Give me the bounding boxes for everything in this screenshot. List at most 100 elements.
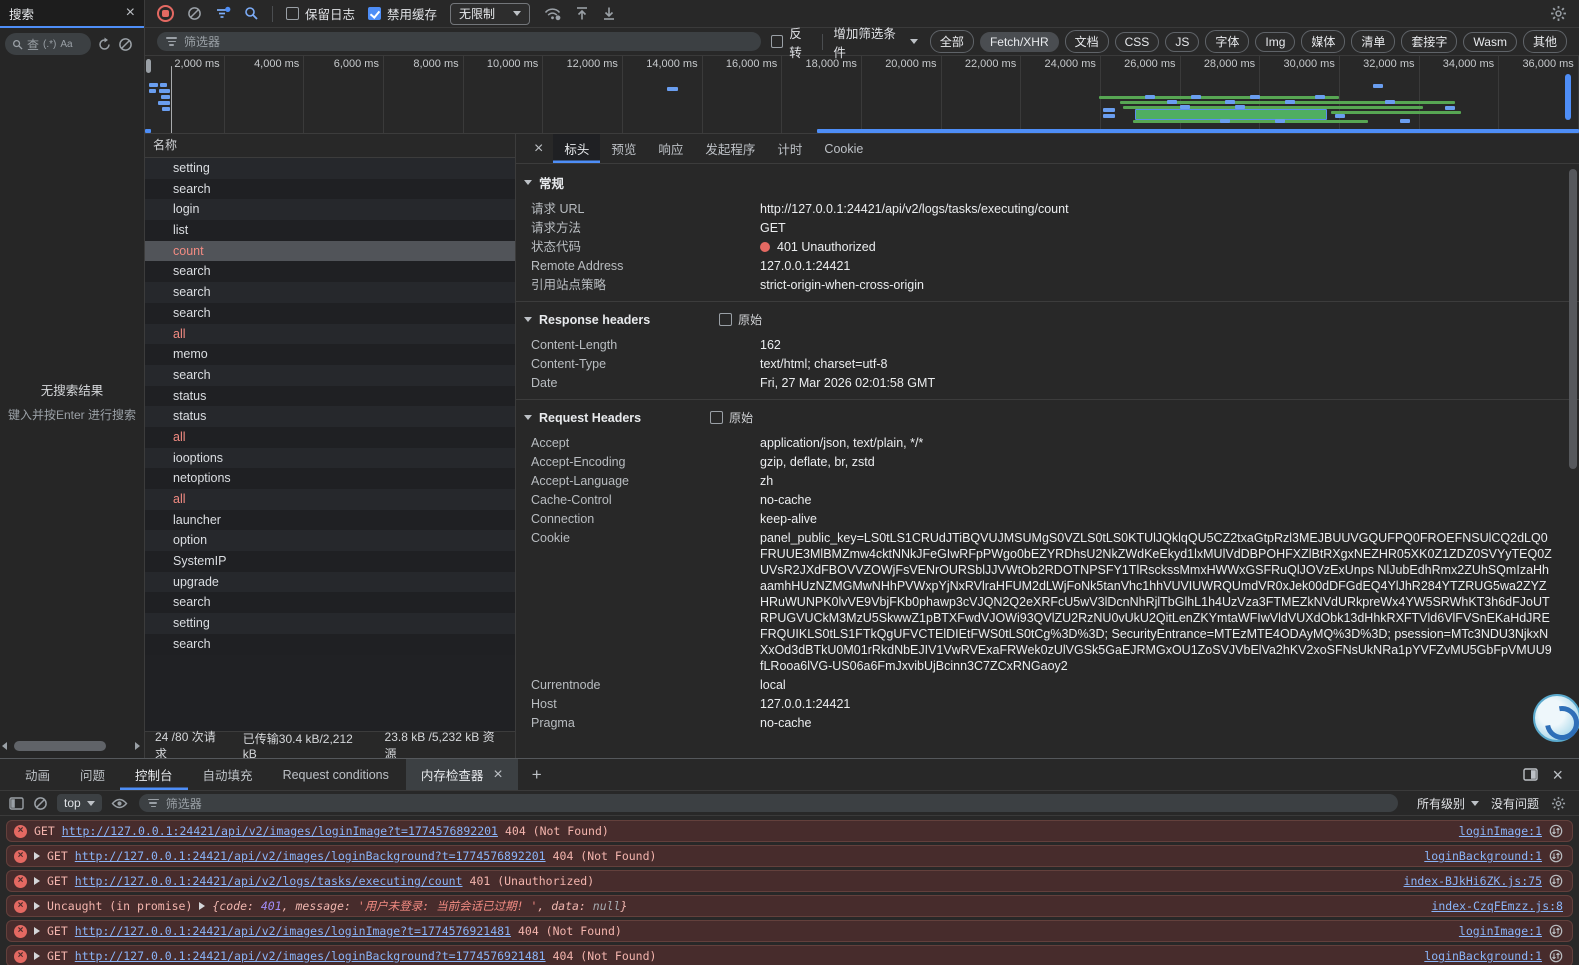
- tab-headers[interactable]: 标头: [553, 134, 600, 163]
- table-row[interactable]: setting: [145, 613, 515, 634]
- name-column-header[interactable]: 名称: [145, 134, 515, 158]
- horizontal-scrollbar[interactable]: [2, 740, 140, 752]
- table-row[interactable]: search: [145, 365, 515, 386]
- source-location-link[interactable]: index-CzqFEmzz.js:8: [1431, 899, 1563, 913]
- general-section-header[interactable]: 常规: [516, 164, 1579, 199]
- network-filter-icon[interactable]: [215, 6, 231, 21]
- tab-animations[interactable]: 动画: [10, 759, 65, 790]
- source-location-link[interactable]: loginImage:1: [1459, 924, 1542, 938]
- tab-issues[interactable]: 问题: [65, 759, 120, 790]
- request-url-link[interactable]: http://127.0.0.1:24421/api/v2/images/log…: [75, 924, 511, 938]
- scroll-right-icon[interactable]: [135, 742, 140, 750]
- table-row[interactable]: search: [145, 282, 515, 303]
- table-row[interactable]: all: [145, 324, 515, 345]
- console-error-row[interactable]: × GET http://127.0.0.1:24421/api/v2/imag…: [6, 945, 1573, 965]
- table-row[interactable]: search: [145, 592, 515, 613]
- scrollbar-track[interactable]: [10, 741, 132, 751]
- clear-search-icon[interactable]: [118, 37, 133, 52]
- no-issues-label[interactable]: 没有问题: [1491, 795, 1539, 812]
- chip-img[interactable]: Img: [1255, 32, 1295, 52]
- throttling-select[interactable]: 无限制: [450, 3, 530, 25]
- request-url-link[interactable]: http://127.0.0.1:24421/api/v2/images/log…: [75, 949, 546, 963]
- invert-filter-checkbox[interactable]: 反转: [771, 23, 812, 61]
- table-row[interactable]: list: [145, 220, 515, 241]
- source-location-link[interactable]: loginBackground:1: [1424, 849, 1542, 863]
- console-error-row[interactable]: × GET http://127.0.0.1:24421/api/v2/imag…: [6, 920, 1573, 942]
- table-row[interactable]: status: [145, 406, 515, 427]
- console-error-row[interactable]: × GET http://127.0.0.1:24421/api/v2/imag…: [6, 820, 1573, 842]
- table-row[interactable]: upgrade: [145, 572, 515, 593]
- close-drawer-icon[interactable]: ×: [1552, 766, 1563, 784]
- table-row[interactable]: setting: [145, 158, 515, 179]
- table-row[interactable]: all: [145, 427, 515, 448]
- tab-preview[interactable]: 预览: [600, 134, 647, 163]
- record-network-log-icon[interactable]: [157, 5, 174, 22]
- clear-network-log-icon[interactable]: [187, 6, 202, 21]
- table-row[interactable]: option: [145, 530, 515, 551]
- request-headers-section-header[interactable]: Request Headers 原始: [516, 400, 1579, 433]
- network-overview-timeline[interactable]: 2,000 ms 4,000 ms 6,000 ms 8,000 ms 10,0…: [145, 56, 1579, 134]
- import-har-icon[interactable]: [575, 6, 589, 21]
- table-row[interactable]: search: [145, 303, 515, 324]
- open-in-network-icon[interactable]: [1549, 849, 1563, 863]
- scrollbar-thumb[interactable]: [1569, 169, 1577, 469]
- regex-toggle[interactable]: (.*): [43, 39, 56, 50]
- table-row[interactable]: all: [145, 489, 515, 510]
- open-in-network-icon[interactable]: [1549, 874, 1563, 888]
- network-conditions-icon[interactable]: [543, 6, 562, 21]
- chip-socket[interactable]: 套接字: [1401, 30, 1457, 53]
- live-expression-eye-icon[interactable]: [111, 798, 128, 809]
- network-filter-input[interactable]: 筛选器: [157, 32, 761, 51]
- tab-cookies[interactable]: Cookie: [813, 134, 874, 163]
- raw-request-checkbox[interactable]: 原始: [710, 409, 753, 426]
- request-url-link[interactable]: http://127.0.0.1:24421/api/v2/images/log…: [62, 824, 498, 838]
- chip-all[interactable]: 全部: [930, 30, 974, 53]
- table-row[interactable]: memo: [145, 344, 515, 365]
- chip-manifest[interactable]: 清单: [1351, 30, 1395, 53]
- console-settings-gear-icon[interactable]: [1551, 796, 1566, 811]
- add-tab-button[interactable]: +: [520, 759, 554, 790]
- close-search-panel-icon[interactable]: ×: [126, 5, 135, 21]
- console-uncaught-error-row[interactable]: × Uncaught (in promise) {code: 401, mess…: [6, 895, 1573, 917]
- chip-other[interactable]: 其他: [1523, 30, 1567, 53]
- expand-triangle-icon[interactable]: [34, 927, 40, 935]
- chip-fetch-xhr[interactable]: Fetch/XHR: [980, 32, 1059, 52]
- disable-cache-checkbox[interactable]: 禁用缓存: [368, 4, 437, 23]
- tab-request-conditions[interactable]: Request conditions: [268, 759, 404, 790]
- table-row[interactable]: search: [145, 179, 515, 200]
- tab-autofill[interactable]: 自动填充: [188, 759, 268, 790]
- table-row[interactable]: status: [145, 386, 515, 407]
- table-row[interactable]: launcher: [145, 510, 515, 531]
- source-location-link[interactable]: loginImage:1: [1459, 824, 1542, 838]
- export-har-icon[interactable]: [602, 6, 616, 21]
- expand-triangle-icon[interactable]: [34, 852, 40, 860]
- chip-js[interactable]: JS: [1165, 32, 1199, 52]
- chip-media[interactable]: 媒体: [1301, 30, 1345, 53]
- table-row[interactable]: search: [145, 261, 515, 282]
- source-location-link[interactable]: loginBackground:1: [1424, 949, 1542, 963]
- source-location-link[interactable]: index-BJkHi6ZK.js:75: [1404, 874, 1542, 888]
- table-row[interactable]: SystemIP: [145, 551, 515, 572]
- settings-gear-icon[interactable]: [1550, 5, 1567, 22]
- tab-timing[interactable]: 计时: [766, 134, 813, 163]
- close-tab-icon[interactable]: ×: [493, 767, 502, 783]
- vertical-scrollbar[interactable]: [1568, 164, 1578, 756]
- tab-response[interactable]: 响应: [647, 134, 694, 163]
- table-row[interactable]: search: [145, 634, 515, 655]
- log-levels-dropdown[interactable]: 所有级别: [1417, 795, 1479, 812]
- tab-memory-inspector[interactable]: 内存检查器 ×: [406, 759, 518, 790]
- search-network-icon[interactable]: [244, 6, 259, 21]
- chip-wasm[interactable]: Wasm: [1463, 32, 1517, 52]
- table-row[interactable]: iooptions: [145, 448, 515, 469]
- response-headers-section-header[interactable]: Response headers 原始: [516, 302, 1579, 335]
- table-row[interactable]: login: [145, 199, 515, 220]
- chip-doc[interactable]: 文档: [1065, 30, 1109, 53]
- request-url-link[interactable]: http://127.0.0.1:24421/api/v2/logs/tasks…: [75, 874, 463, 888]
- console-filter-input[interactable]: 筛选器: [139, 794, 1398, 812]
- open-in-network-icon[interactable]: [1549, 824, 1563, 838]
- dock-side-icon[interactable]: [1523, 768, 1538, 781]
- close-details-icon[interactable]: ×: [524, 134, 553, 163]
- console-error-row[interactable]: × GET http://127.0.0.1:24421/api/v2/logs…: [6, 870, 1573, 892]
- clear-console-icon[interactable]: [33, 796, 48, 811]
- expand-triangle-icon[interactable]: [199, 902, 205, 910]
